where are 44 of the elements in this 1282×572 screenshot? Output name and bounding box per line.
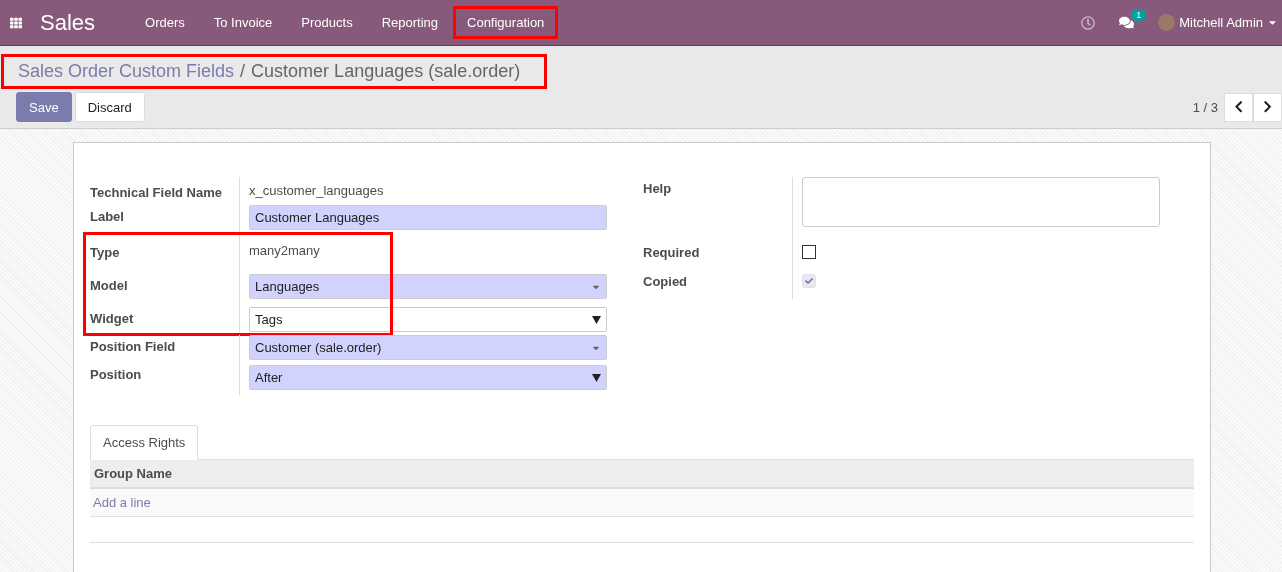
input-field[interactable]: Customer Languages [249,205,607,230]
breadcrumb-separator: / [240,61,246,82]
save-button[interactable]: Save [16,92,72,122]
app-title: Sales [40,9,96,36]
field-label: Model [90,268,240,301]
pager-count: 1 / 3 [1192,99,1218,115]
help-field[interactable] [802,177,1160,227]
chat-icon[interactable] [1119,15,1135,30]
field-label: Position [90,365,240,395]
select-field[interactable]: Tags [249,307,607,332]
discard-button[interactable]: Discard [74,92,145,122]
apps-menu-icon[interactable] [10,16,22,29]
select-field[interactable]: After [249,365,607,390]
select-field[interactable]: Languages [249,274,607,299]
column-header: Group Name [90,460,1194,489]
field-label: Copied [643,270,793,299]
field-label: Help [643,177,793,241]
breadcrumb-current: Customer Languages (sale.order) [251,61,521,82]
menu-item[interactable]: Products [287,6,367,39]
menu-item[interactable]: To Invoice [199,6,287,39]
field-label: Position Field [90,335,240,365]
caret-icon [592,373,601,382]
tab[interactable]: Access Rights [90,425,199,460]
field-label: Label [90,205,240,233]
field-label: Required [643,241,793,270]
avatar-icon [1158,14,1176,31]
caret-icon [592,315,601,324]
next-button[interactable] [1253,92,1282,122]
user-menu[interactable]: Mitchell Admin [1158,14,1278,31]
add-line-link[interactable]: Add a line [93,495,151,510]
field-label: Widget [90,301,240,335]
field-value: many2many [249,242,320,258]
field-label: Type [90,233,240,268]
field-value: x_customer_languages [249,182,384,198]
message-count: 1 [1131,9,1147,21]
checkbox[interactable] [802,245,816,259]
clock-icon[interactable] [1081,15,1096,30]
previous-button[interactable] [1224,92,1253,122]
select-field[interactable]: Customer (sale.order) [249,335,607,360]
menu-item[interactable]: Configuration [453,6,559,39]
menu-item[interactable]: Orders [131,6,199,39]
menu-item[interactable]: Reporting [367,6,452,39]
field-label: Technical Field Name [90,177,240,205]
breadcrumb-link[interactable]: Sales Order Custom Fields [18,61,235,82]
